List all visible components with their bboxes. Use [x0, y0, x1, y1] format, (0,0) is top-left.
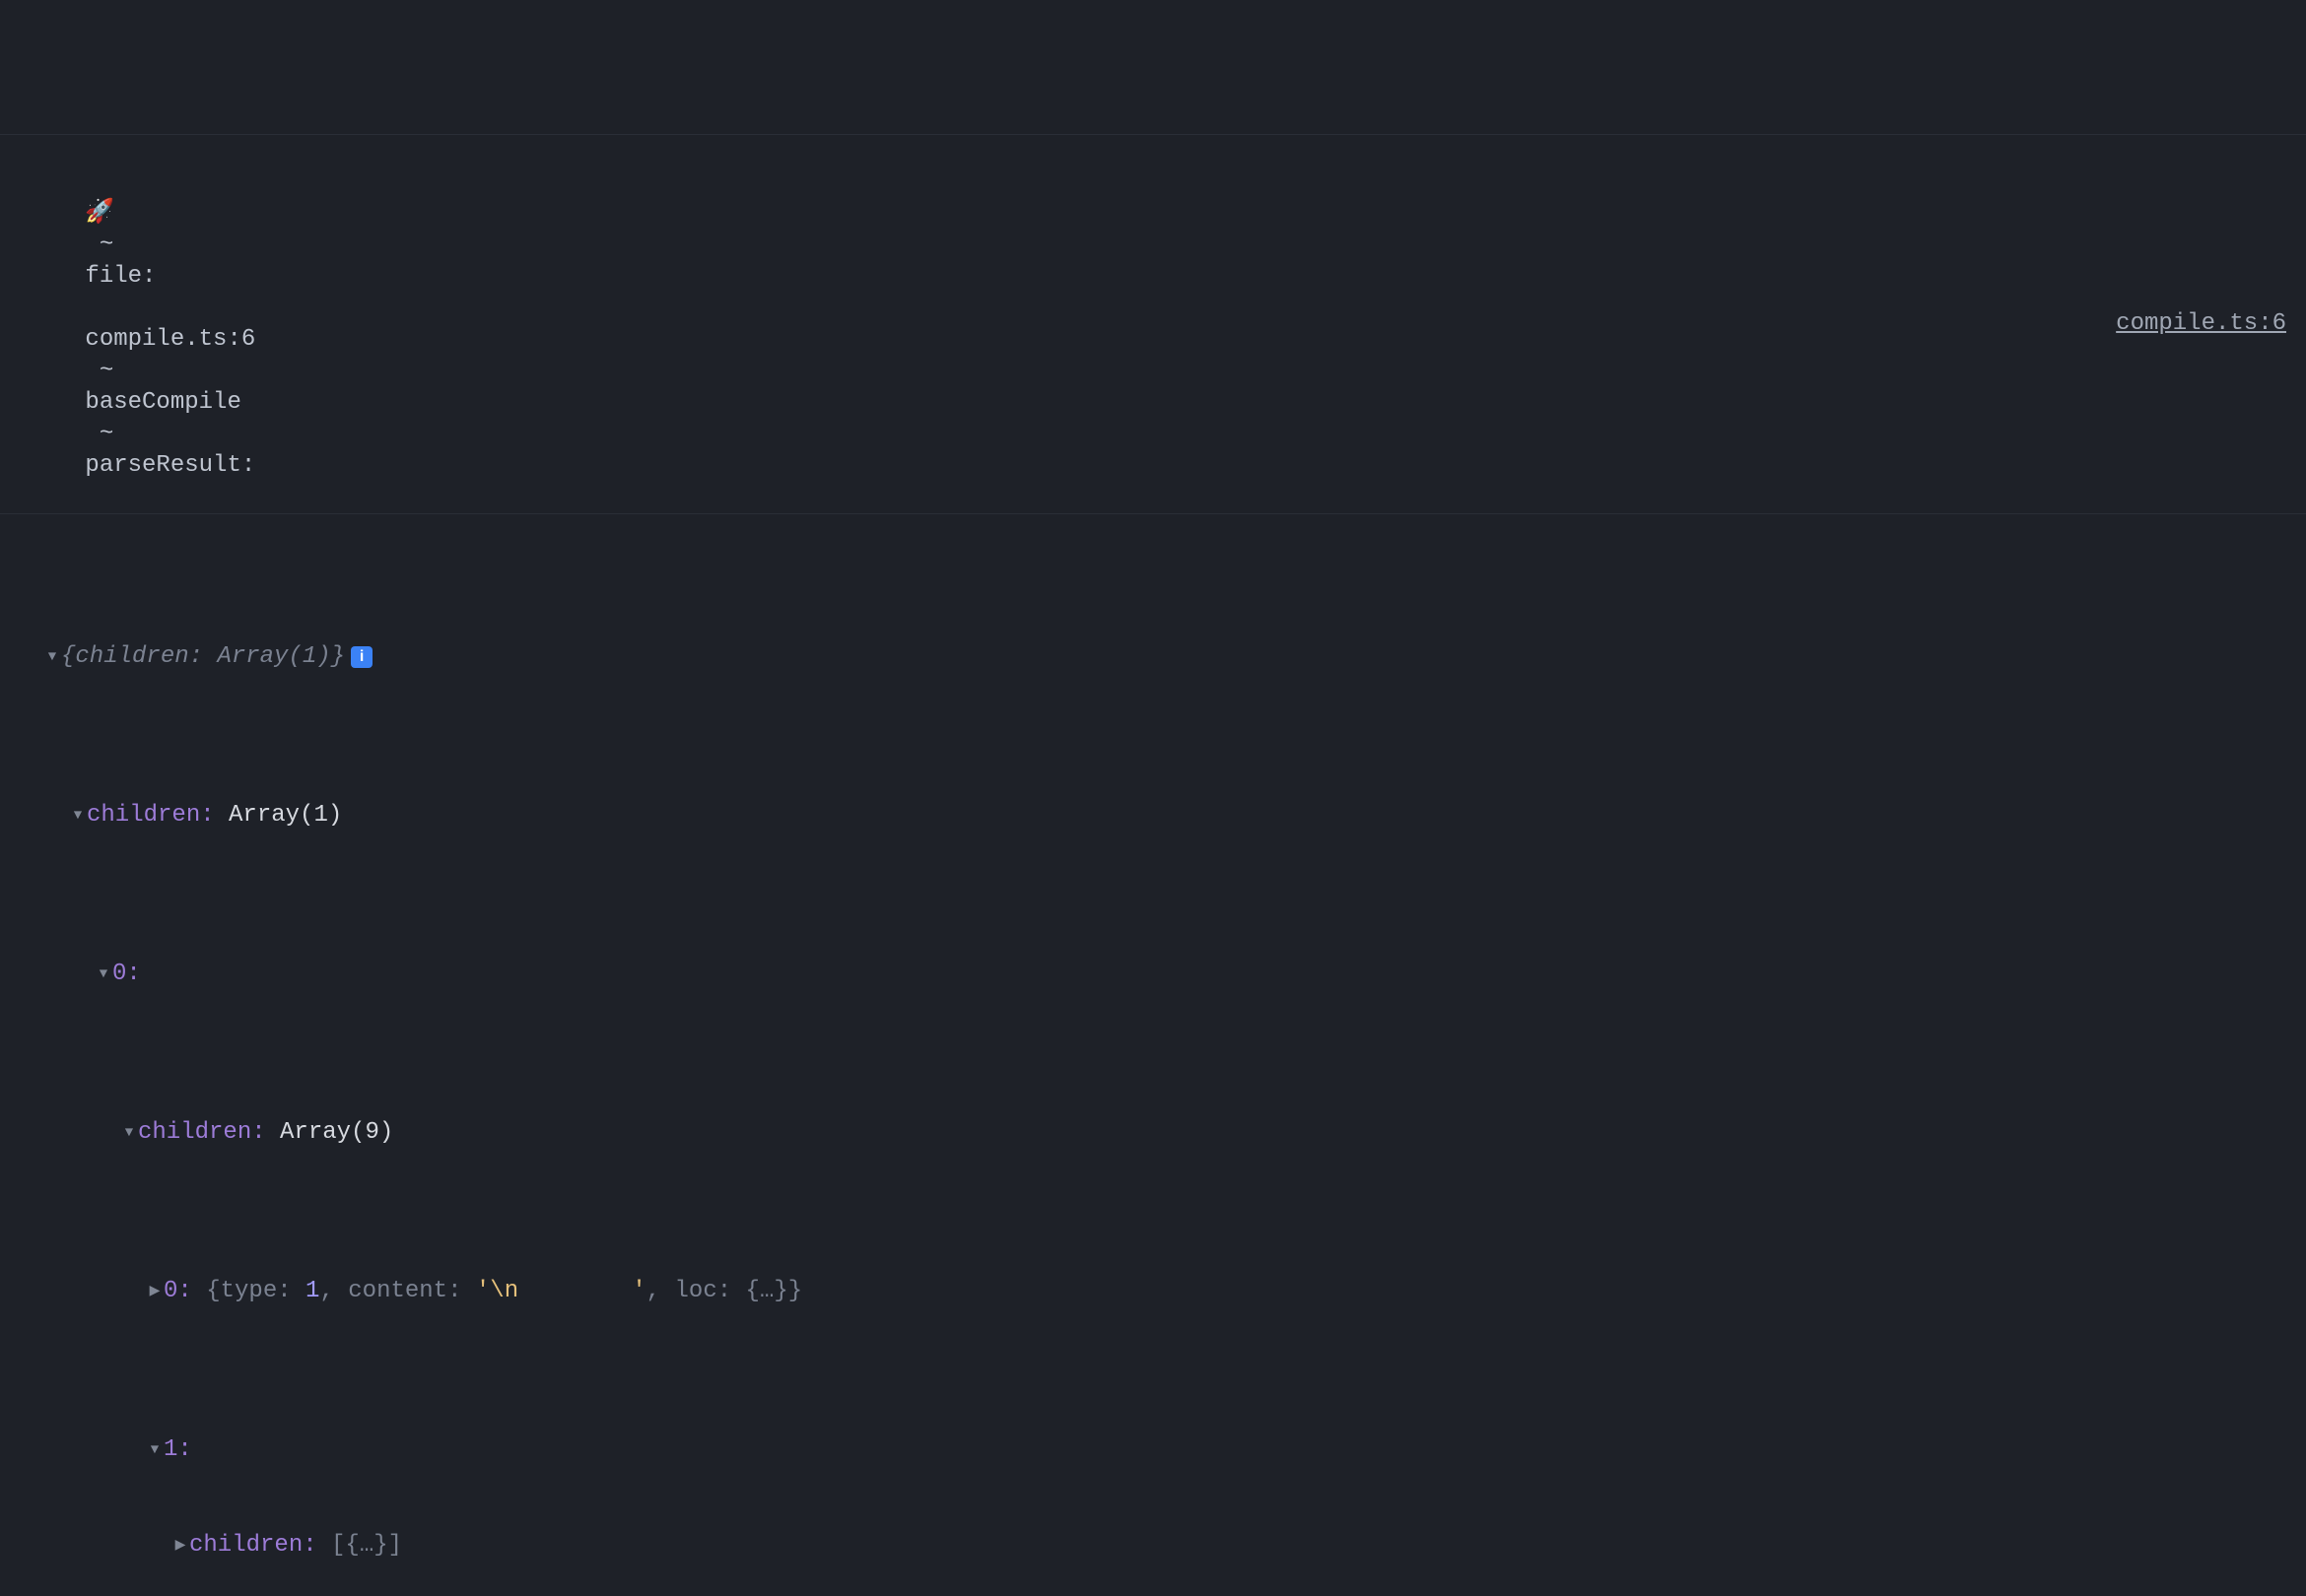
- info-icon[interactable]: i: [351, 646, 373, 668]
- file-path: compile.ts:6: [85, 326, 255, 353]
- console-panel: 🚀 ~ file: compile.ts:6 ~ baseCompile ~ p…: [0, 0, 2306, 1596]
- source-link[interactable]: compile.ts:6: [2116, 310, 2306, 337]
- property-key: 0:: [112, 959, 141, 990]
- expand-toggle-icon[interactable]: [171, 1529, 189, 1562]
- expand-toggle-icon[interactable]: [95, 958, 112, 990]
- expand-toggle-icon[interactable]: [146, 1275, 164, 1307]
- tree-row[interactable]: children: [{…}]: [0, 1529, 2306, 1562]
- object-summary: {children: Array(1)}: [61, 641, 345, 673]
- expand-toggle-icon[interactable]: [43, 640, 61, 673]
- property-value: Array(1): [229, 800, 342, 831]
- fn-name-2: parseResult:: [85, 452, 255, 479]
- tree-row[interactable]: children: Array(9): [0, 1116, 2306, 1149]
- tree-row[interactable]: children: Array(1): [0, 799, 2306, 831]
- tree-row[interactable]: 0: {type: 1, content: '\n ', loc: {…}}: [0, 1275, 2306, 1307]
- expand-toggle-icon[interactable]: [69, 799, 87, 831]
- fn-name-1: baseCompile: [85, 389, 240, 416]
- tree-row[interactable]: {children: Array(1)} i: [0, 640, 2306, 673]
- log-header-row: 🚀 ~ file: compile.ts:6 ~ baseCompile ~ p…: [0, 134, 2306, 514]
- property-key: 1:: [164, 1434, 192, 1466]
- rocket-icon: 🚀: [85, 200, 114, 227]
- expand-toggle-icon[interactable]: [120, 1116, 138, 1149]
- file-label: file:: [85, 263, 156, 290]
- tree-row[interactable]: 0:: [0, 958, 2306, 990]
- property-value: Array(9): [280, 1117, 393, 1149]
- property-key: children:: [87, 800, 215, 831]
- property-key: children:: [138, 1117, 266, 1149]
- property-key: 0:: [164, 1276, 192, 1307]
- tree-row[interactable]: 1:: [0, 1433, 2306, 1466]
- property-key: children:: [189, 1530, 317, 1562]
- expand-toggle-icon[interactable]: [146, 1433, 164, 1466]
